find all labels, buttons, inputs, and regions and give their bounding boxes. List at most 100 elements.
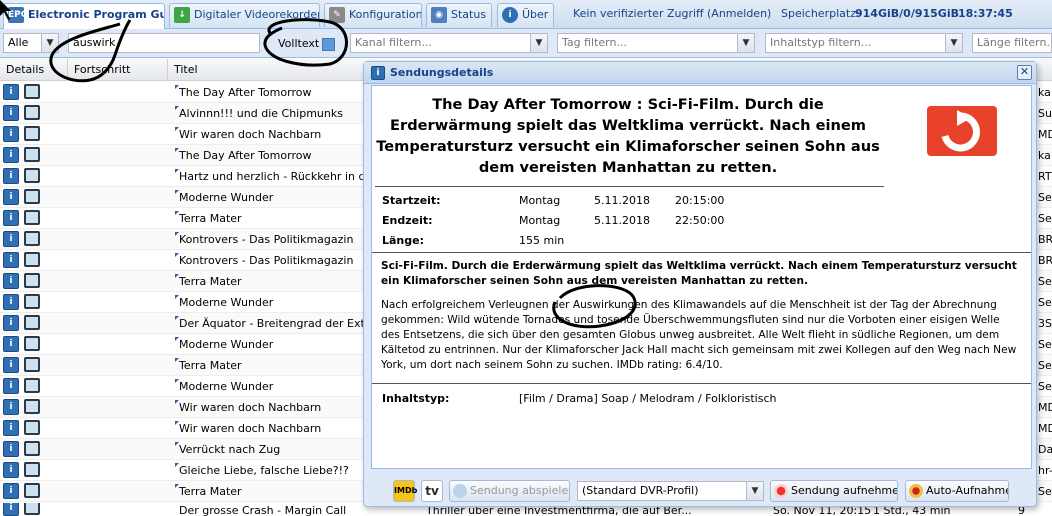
column-header-details[interactable]: Details — [0, 59, 68, 81]
channel-scope-select[interactable]: Alle ▼ — [3, 33, 59, 53]
tv-icon[interactable] — [24, 294, 40, 309]
channel-filter-placeholder: Kanal filtern... — [355, 36, 432, 49]
tv-icon[interactable] — [24, 84, 40, 99]
close-icon[interactable]: ✕ — [1017, 65, 1032, 80]
wrench-icon: ✎ — [329, 7, 345, 23]
tab-label: Electronic Program Guide — [28, 8, 164, 21]
column-header-progress[interactable]: Fortschritt — [68, 59, 168, 81]
row-title: Alvinnn!!! und die Chipmunks — [175, 103, 365, 123]
end-label: Endzeit: — [382, 214, 433, 227]
tv-icon[interactable] — [24, 357, 40, 372]
imdb-icon[interactable]: IMDb — [393, 480, 417, 502]
details-icon[interactable]: i — [3, 441, 19, 457]
record-button[interactable]: Sendung aufnehmen — [770, 480, 898, 502]
row-title: Terra Mater — [175, 355, 365, 375]
row-channel: RT — [1038, 170, 1052, 183]
tv-icon[interactable] — [24, 462, 40, 477]
play-button[interactable]: Sendung abspielen — [449, 480, 570, 502]
details-icon[interactable]: i — [3, 252, 19, 268]
details-icon[interactable]: i — [3, 147, 19, 163]
row-channel: Se — [1038, 485, 1052, 498]
channel-logo-icon — [927, 106, 997, 156]
auto-record-button[interactable]: Auto-Aufnahme — [905, 480, 1009, 502]
channel-filter-input[interactable]: Kanal filtern... ▼ — [350, 33, 548, 53]
chevron-down-icon[interactable]: ▼ — [737, 34, 754, 52]
chevron-down-icon[interactable]: ▼ — [746, 482, 763, 500]
divider — [375, 186, 884, 187]
tv-icon[interactable] — [24, 378, 40, 393]
fulltext-checkbox[interactable] — [322, 38, 335, 51]
end-day: Montag — [519, 214, 561, 227]
contenttype-label: Inhaltstyp: — [382, 392, 450, 405]
tv-icon[interactable] — [24, 210, 40, 225]
details-icon[interactable]: i — [3, 357, 19, 373]
tag-filter-input[interactable]: Tag filtern... ▼ — [557, 33, 755, 53]
tv-icon[interactable] — [24, 126, 40, 141]
details-icon[interactable]: i — [3, 84, 19, 100]
details-icon[interactable]: i — [3, 168, 19, 184]
details-icon[interactable]: i — [3, 126, 19, 142]
tab-about[interactable]: i Über — [497, 3, 554, 27]
tab-status[interactable]: ◉ Status — [426, 3, 492, 27]
record-icon — [774, 484, 788, 498]
dvr-profile-select[interactable]: (Standard DVR-Profil) ▼ — [577, 481, 764, 501]
tv-icon[interactable] — [24, 399, 40, 414]
access-status: Kein verifizierter Zugriff — [573, 7, 704, 20]
tv-icon[interactable] — [24, 105, 40, 120]
tv-icon[interactable] — [24, 147, 40, 162]
tab-digital-video-recorder[interactable]: ↓ Digitaler Videorekorder — [169, 3, 320, 27]
row-channel: MD — [1038, 401, 1052, 414]
row-channel: ka — [1038, 149, 1051, 162]
storage-label: Speicherplatz: — [781, 7, 860, 20]
chevron-down-icon[interactable]: ▼ — [41, 34, 58, 52]
details-icon[interactable]: i — [3, 210, 19, 226]
contenttype-value: [Film / Drama] Soap / Melodram / Folklor… — [519, 392, 777, 405]
storage-value: 914GiB/0/915GiB — [855, 7, 959, 20]
length-value: 155 min — [519, 234, 565, 247]
tab-configuration[interactable]: ✎ Konfiguration — [324, 3, 422, 27]
tv-icon[interactable] — [24, 483, 40, 498]
details-icon[interactable]: i — [3, 399, 19, 415]
row-channel: MD — [1038, 422, 1052, 435]
details-icon[interactable]: i — [3, 315, 19, 331]
row-title: Moderne Wunder — [175, 334, 365, 354]
details-icon[interactable]: i — [3, 503, 19, 516]
chevron-down-icon[interactable]: ▼ — [945, 34, 962, 52]
details-icon[interactable]: i — [3, 462, 19, 478]
details-icon[interactable]: i — [3, 336, 19, 352]
tvdb-icon[interactable]: tv — [421, 480, 443, 502]
info-icon: i — [502, 7, 518, 23]
column-header-title[interactable]: Titel — [168, 59, 365, 81]
details-icon[interactable]: i — [3, 483, 19, 499]
details-icon[interactable]: i — [3, 105, 19, 121]
tv-icon[interactable] — [24, 420, 40, 435]
contenttype-filter-input[interactable]: Inhaltstyp filtern... ▼ — [765, 33, 963, 53]
details-icon[interactable]: i — [3, 294, 19, 310]
row-title: Terra Mater — [175, 271, 365, 291]
search-input[interactable]: auswirk — [68, 33, 260, 53]
row-channel: Da — [1038, 443, 1052, 456]
tv-icon[interactable] — [24, 441, 40, 456]
tv-icon[interactable] — [24, 252, 40, 267]
tv-icon[interactable] — [24, 273, 40, 288]
row-title: Kontrovers - Das Politikmagazin — [175, 250, 365, 270]
details-icon[interactable]: i — [3, 378, 19, 394]
row-title: Wir waren doch Nachbarn — [175, 397, 365, 417]
tv-icon[interactable] — [24, 336, 40, 351]
window-header: i Sendungsdetails ✕ — [364, 62, 1036, 84]
start-day: Montag — [519, 194, 561, 207]
tv-icon[interactable] — [24, 168, 40, 183]
details-icon[interactable]: i — [3, 189, 19, 205]
length-filter-input[interactable]: Länge filtern... — [972, 33, 1052, 53]
details-icon[interactable]: i — [3, 231, 19, 247]
tab-label: Über — [522, 8, 549, 21]
details-icon[interactable]: i — [3, 273, 19, 289]
details-icon[interactable]: i — [3, 420, 19, 436]
tv-icon[interactable] — [24, 503, 40, 515]
tv-icon[interactable] — [24, 231, 40, 246]
tv-icon[interactable] — [24, 189, 40, 204]
tab-electronic-program-guide[interactable]: EPG Electronic Program Guide — [3, 3, 165, 29]
chevron-down-icon[interactable]: ▼ — [530, 34, 547, 52]
login-link[interactable]: (Anmelden) — [707, 7, 771, 20]
tv-icon[interactable] — [24, 315, 40, 330]
